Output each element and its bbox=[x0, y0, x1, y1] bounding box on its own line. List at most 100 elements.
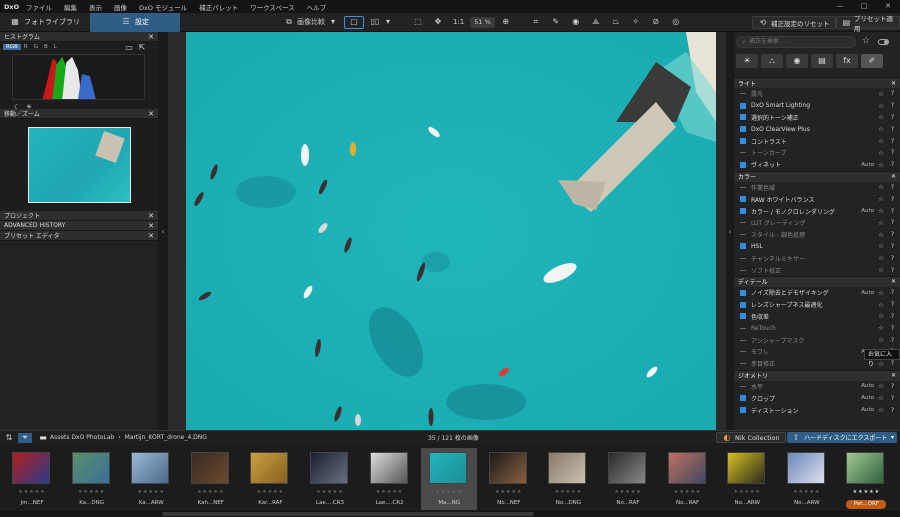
enable-toggle[interactable] bbox=[740, 257, 746, 259]
single-view-button[interactable]: ▢ bbox=[344, 15, 364, 29]
correction-row[interactable]: アンシャープマスク ☆? bbox=[734, 334, 900, 346]
help-icon[interactable]: ? bbox=[891, 407, 894, 414]
rating-stars[interactable]: ★★★★★ bbox=[421, 489, 477, 495]
category-light-icon[interactable]: ☀ bbox=[736, 54, 758, 68]
menu-edit[interactable]: 編集 bbox=[58, 2, 83, 12]
close-icon[interactable]: ✕ bbox=[891, 278, 896, 285]
menu-image[interactable]: 画像 bbox=[108, 2, 133, 12]
correction-row[interactable]: DxO Smart Lighting ☆? bbox=[734, 100, 900, 112]
menu-file[interactable]: ファイル bbox=[20, 2, 58, 12]
favorite-star-icon[interactable]: ☆ bbox=[878, 382, 884, 390]
chevron-down-icon[interactable]: ▾ bbox=[891, 434, 894, 441]
menu-help[interactable]: ヘルプ bbox=[301, 2, 333, 12]
enable-toggle[interactable] bbox=[740, 339, 746, 341]
filmstrip-thumbnail[interactable]: ★★★★★ No...ARW bbox=[719, 448, 775, 510]
help-icon[interactable]: ? bbox=[891, 161, 894, 168]
menu-workspace[interactable]: ワークスペース bbox=[244, 2, 301, 12]
rating-stars[interactable]: ★★★★★ bbox=[183, 489, 239, 495]
correction-row[interactable]: 作業色域 ☆? bbox=[734, 182, 900, 194]
help-icon[interactable]: ? bbox=[891, 255, 894, 262]
help-icon[interactable]: ? bbox=[891, 313, 894, 320]
menu-dxo-modules[interactable]: DxO モジュール bbox=[133, 2, 193, 12]
correction-row[interactable]: RAW ホワイトバランス ☆? bbox=[734, 193, 900, 205]
correction-row[interactable]: DxO ClearView Plus ☆? bbox=[734, 123, 900, 135]
enable-toggle[interactable] bbox=[740, 313, 746, 320]
filmstrip-scrollbar[interactable] bbox=[0, 511, 900, 517]
help-icon[interactable]: ? bbox=[891, 102, 894, 109]
correction-row[interactable]: ディストーション Auto ☆? bbox=[734, 404, 900, 416]
favorite-star-icon[interactable]: ☆ bbox=[878, 113, 884, 121]
filmstrip-thumbnail[interactable]: ★★★★★ Ka...ARW bbox=[123, 448, 179, 510]
rating-stars[interactable]: ★★★★★ bbox=[719, 489, 775, 495]
rating-stars[interactable]: ★★★★★ bbox=[779, 489, 835, 495]
correction-row[interactable]: 水平 Auto ☆? bbox=[734, 381, 900, 393]
correction-row[interactable]: スタイル - 調色処理 ☆? bbox=[734, 229, 900, 241]
close-icon[interactable]: ✕ bbox=[148, 110, 154, 118]
help-icon[interactable]: ? bbox=[891, 325, 894, 332]
category-geometry-icon[interactable]: ▤ bbox=[811, 54, 833, 68]
favorite-star-icon[interactable]: ☆ bbox=[878, 125, 884, 133]
navigator-viewport[interactable] bbox=[28, 127, 131, 203]
favorite-star-icon[interactable]: ☆ bbox=[878, 312, 884, 320]
correction-row[interactable]: 選択的トーン補正 ☆? bbox=[734, 112, 900, 124]
favorite-star-icon[interactable]: ☆ bbox=[878, 360, 884, 368]
correction-row[interactable]: LUT グレーディング ☆? bbox=[734, 217, 900, 229]
help-icon[interactable]: ? bbox=[891, 231, 894, 238]
help-icon[interactable]: ? bbox=[891, 184, 894, 191]
help-icon[interactable]: ? bbox=[891, 219, 894, 226]
filmstrip-thumbnail[interactable]: ★★★★★ No...DNG bbox=[540, 448, 596, 510]
filmstrip-thumbnail[interactable]: ★★★★★ Lae....CR3 bbox=[302, 448, 358, 510]
help-icon[interactable]: ? bbox=[891, 138, 894, 145]
rating-stars[interactable]: ★★★★★ bbox=[540, 489, 596, 495]
correction-row[interactable]: レンズシャープネス最適化 ☆? bbox=[734, 299, 900, 311]
close-icon[interactable]: ✕ bbox=[148, 232, 154, 240]
favorite-star-icon[interactable]: ☆ bbox=[878, 266, 884, 274]
section-header[interactable]: カラー ✕ bbox=[734, 170, 900, 182]
filmstrip-thumbnail[interactable]: ★★★★★ No...NEF bbox=[481, 448, 537, 510]
enable-toggle[interactable] bbox=[740, 161, 746, 168]
zoom-level[interactable]: 51 % bbox=[470, 16, 495, 28]
rating-stars[interactable]: ★★★★★ bbox=[123, 489, 179, 495]
apply-preset-button[interactable]: ▤ プリセット適用 bbox=[836, 15, 900, 33]
filmstrip-thumbnail[interactable]: ★★★★★ Ka...DNG bbox=[64, 448, 120, 510]
fit-button[interactable]: ⬚ bbox=[409, 16, 427, 29]
history-header[interactable]: ADVANCED HISTORY ✕ bbox=[0, 221, 158, 231]
section-header[interactable]: ジオメトリ ✕ bbox=[734, 369, 900, 381]
correction-row[interactable]: 色収差 ☆? bbox=[734, 311, 900, 323]
close-icon[interactable]: ✕ bbox=[891, 173, 896, 180]
project-actions[interactable]: ✕ bbox=[148, 212, 154, 220]
favorite-star-icon[interactable]: ☆ bbox=[878, 289, 884, 297]
channel-rgb[interactable]: RGB bbox=[3, 44, 21, 50]
correction-row[interactable]: トーンカーブ ☆? bbox=[734, 147, 900, 159]
close-icon[interactable]: ✕ bbox=[148, 222, 154, 230]
maximize-button[interactable]: □ bbox=[852, 0, 876, 13]
moon-icon[interactable]: ☾ bbox=[12, 102, 22, 112]
filmstrip-thumbnail[interactable]: ★★★★★ Ma...NG bbox=[421, 448, 478, 510]
favorite-star-icon[interactable]: ☆ bbox=[878, 195, 884, 203]
close-icon[interactable]: ✕ bbox=[148, 33, 154, 41]
nik-collection-button[interactable]: ◐ Nik Collection bbox=[716, 432, 786, 443]
sort-icon[interactable]: ⇅ bbox=[4, 433, 14, 443]
correction-row[interactable]: HSL ☆? bbox=[734, 241, 900, 253]
help-icon[interactable]: ? bbox=[891, 243, 894, 250]
enable-toggle[interactable] bbox=[740, 351, 746, 353]
filmstrip-thumbnail[interactable]: ★★★★★ Kar...RAF bbox=[242, 448, 298, 510]
category-effects-icon[interactable]: fx bbox=[836, 54, 858, 68]
correction-row[interactable]: ソフト校正 ☆? bbox=[734, 264, 900, 276]
close-window-button[interactable]: ✕ bbox=[876, 0, 900, 13]
enable-toggle[interactable] bbox=[740, 243, 746, 250]
favorite-star-icon[interactable]: ☆ bbox=[878, 242, 884, 250]
rating-stars[interactable]: ★★★★★ bbox=[362, 489, 418, 495]
filmstrip-thumbnail[interactable]: ★★★★★ Lae....CR2 bbox=[362, 448, 418, 510]
enable-toggle[interactable] bbox=[740, 289, 746, 296]
zoom-in-button[interactable]: ⊕ bbox=[497, 16, 515, 29]
sun-icon[interactable]: ☀ bbox=[24, 102, 34, 112]
help-icon[interactable]: ? bbox=[891, 208, 894, 215]
compare-button[interactable]: ⧉ 画像比較 ▾ bbox=[280, 16, 342, 29]
project-header[interactable]: プロジェクト ✕ bbox=[0, 211, 158, 221]
rating-stars[interactable]: ★★★★★ bbox=[302, 489, 358, 495]
enable-toggle[interactable] bbox=[740, 196, 746, 203]
correction-row[interactable]: クロップ Auto ☆? bbox=[734, 392, 900, 404]
split-view-button[interactable]: ▯▯ ▾ bbox=[366, 16, 397, 29]
channel-b[interactable]: B bbox=[41, 44, 51, 50]
